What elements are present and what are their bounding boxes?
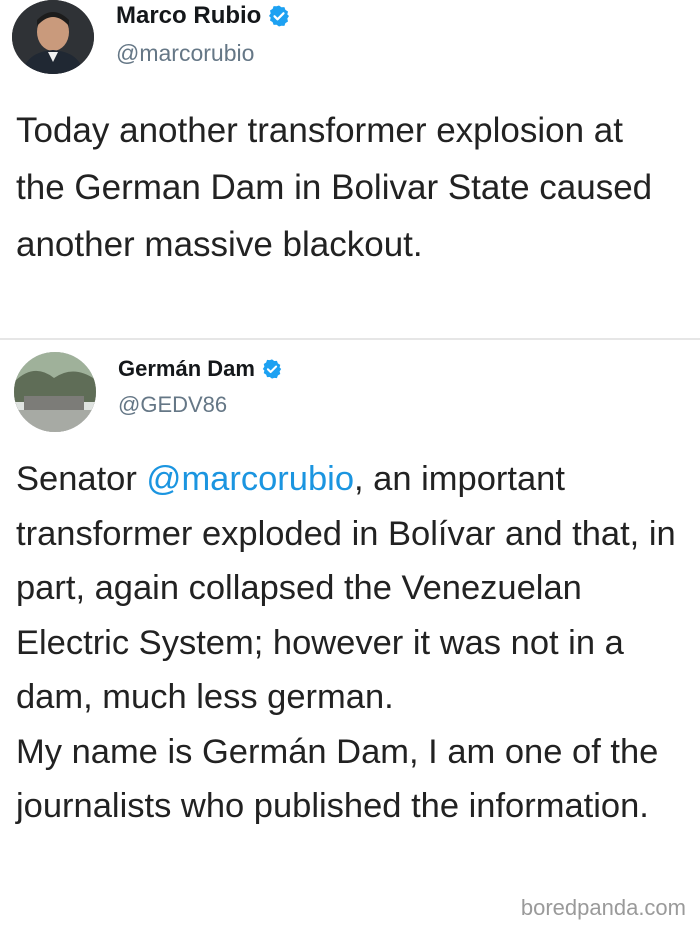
author-name-row: Germán Dam — [118, 356, 283, 382]
author-name-row: Marco Rubio — [116, 2, 291, 30]
tweet-paragraph-1: Senator @marcorubio, an important transf… — [16, 452, 680, 725]
verified-badge-icon — [269, 5, 290, 27]
verified-badge-icon — [262, 359, 282, 379]
text-prefix: Senator — [16, 460, 147, 498]
tweet-german-dam: Germán Dam @GEDV86 Senator @marcorubio, … — [0, 342, 700, 935]
avatar[interactable] — [14, 352, 96, 432]
watermark: boredpanda.com — [520, 895, 686, 920]
avatar-landscape-icon — [14, 352, 96, 432]
avatar[interactable] — [12, 0, 94, 74]
tweet-text: Today another transformer explosion at t… — [16, 111, 653, 264]
author-name[interactable]: Marco Rubio — [116, 2, 261, 30]
tweet-marco-rubio: Marco Rubio @marcorubio Today another tr… — [0, 0, 700, 340]
mention-link[interactable]: @marcorubio — [146, 460, 354, 498]
author-handle[interactable]: @marcorubio — [116, 40, 254, 67]
avatar-portrait-icon — [12, 0, 94, 74]
text-rest: , an important transformer exploded in B… — [16, 460, 676, 716]
divider — [0, 338, 700, 340]
tweet-text: Senator @marcorubio, an important transf… — [16, 452, 680, 834]
author-handle[interactable]: @GEDV86 — [118, 392, 227, 418]
tweet-paragraph-2: My name is Germán Dam, I am one of the j… — [16, 732, 659, 826]
author-name[interactable]: Germán Dam — [118, 356, 255, 382]
